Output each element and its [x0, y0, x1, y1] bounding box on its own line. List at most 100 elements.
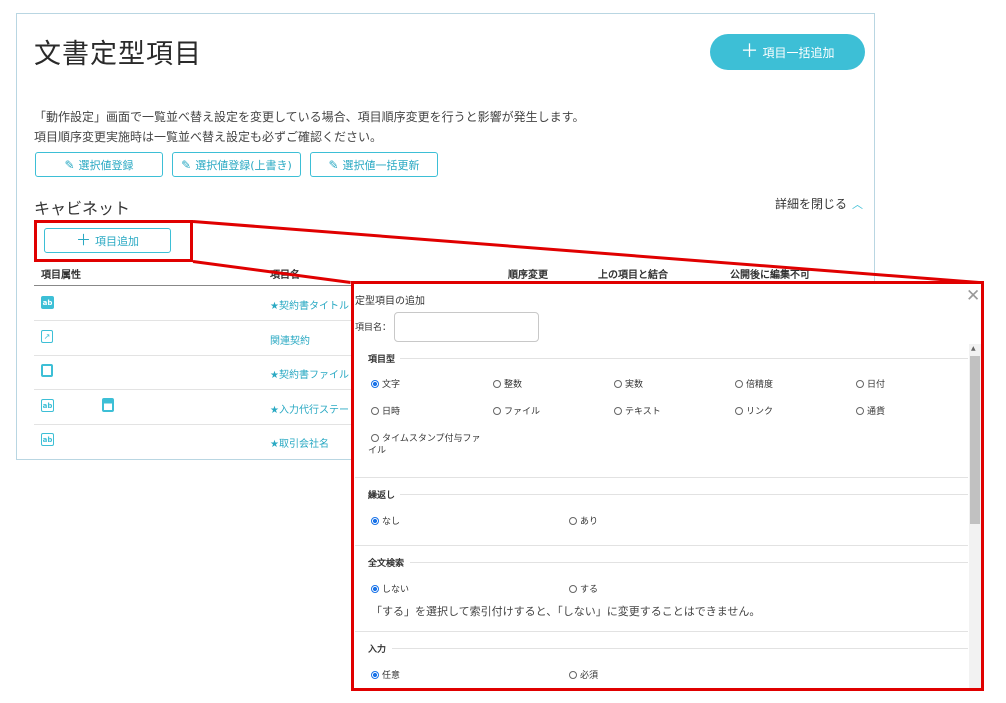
repeat-heading: 繰返し [368, 491, 396, 501]
section-divider [355, 631, 968, 632]
type-option-datetime[interactable]: 日時 [371, 404, 400, 417]
type-option-real[interactable]: 実数 [614, 377, 643, 390]
register-values-button[interactable]: ✎ 選択値登録 [35, 152, 163, 177]
radio-label: 必須 [580, 671, 599, 681]
input-option-optional[interactable]: 任意 [371, 668, 400, 681]
radio-label: 日付 [867, 380, 886, 390]
radio-label: 通貨 [867, 407, 886, 417]
radio-icon [614, 379, 622, 388]
type-option-double[interactable]: 倍精度 [735, 377, 773, 390]
section-title: キャビネット [34, 199, 131, 218]
notice-line-1: 「動作設定」画面で一覧並べ替え設定を変更している場合、項目順序変更を行うと影響が… [34, 110, 585, 124]
item-name-input[interactable] [394, 312, 539, 342]
radio-selected-icon [371, 379, 379, 388]
pencil-icon: ✎ [64, 157, 75, 172]
radio-label: 文字 [382, 380, 401, 390]
plus-icon: ＋ [740, 41, 759, 62]
radio-icon [493, 406, 501, 415]
radio-icon [569, 670, 577, 679]
scroll-up-icon[interactable]: ▲ [971, 345, 976, 352]
input-heading: 入力 [368, 645, 387, 655]
link-icon: ↗ [41, 330, 53, 343]
register-overwrite-label: 選択値登録(上書き) [195, 158, 292, 172]
item-name-label: 項目名： [355, 323, 392, 333]
radio-icon [493, 379, 501, 388]
dialog-title: 定型項目の追加 [355, 296, 425, 307]
radio-selected-icon [371, 516, 379, 525]
radio-icon [735, 406, 743, 415]
header-order: 順序変更 [508, 270, 548, 281]
section-divider [355, 545, 968, 546]
row-divider [34, 389, 354, 390]
search-heading: 全文検索 [368, 559, 405, 569]
pencil-icon: ✎ [181, 157, 192, 172]
radio-icon [569, 516, 577, 525]
repeat-option-none[interactable]: なし [371, 514, 400, 527]
collapse-details-link[interactable]: 詳細を閉じる ︿ [775, 195, 863, 212]
radio-label: ファイル [504, 407, 541, 417]
radio-icon [735, 379, 743, 388]
type-option-file[interactable]: ファイル [493, 404, 540, 417]
text-field-icon: ab [41, 433, 54, 446]
text-field-icon: ab [41, 296, 54, 309]
table-row-name[interactable]: ★契約書タイトル [270, 297, 349, 312]
type-option-text[interactable]: 文字 [371, 377, 400, 390]
table-row-name[interactable]: ★取引会社名 [270, 435, 329, 450]
type-option-currency[interactable]: 通貨 [856, 404, 885, 417]
bulk-add-label: 項目一括追加 [762, 45, 835, 60]
radio-label: 実数 [625, 380, 644, 390]
radio-icon [371, 406, 379, 415]
radio-icon [856, 379, 864, 388]
table-row-name[interactable]: ★入力代行ステー [270, 401, 349, 416]
header-merge: 上の項目と結合 [598, 270, 668, 281]
register-values-label: 選択値登録 [78, 158, 134, 172]
header-attribute: 項目属性 [41, 270, 81, 281]
close-icon[interactable]: ✕ [966, 286, 980, 306]
collapse-label: 詳細を閉じる [775, 197, 848, 211]
search-option-off[interactable]: しない [371, 582, 409, 595]
proxy-input-icon [102, 398, 114, 412]
radio-icon [569, 584, 577, 593]
radio-label: あり [580, 517, 599, 527]
type-heading: 項目型 [368, 355, 396, 365]
highlight-box [34, 220, 193, 262]
radio-label: 日時 [382, 407, 401, 417]
section-divider [355, 477, 968, 478]
type-option-integer[interactable]: 整数 [493, 377, 522, 390]
bulk-update-label: 選択値一括更新 [342, 158, 420, 172]
section-rule [410, 562, 968, 563]
repeat-option-yes[interactable]: あり [569, 514, 598, 527]
notice-line-2: 項目順序変更実施時は一覧並べ替え設定も必ずご確認ください。 [34, 130, 383, 144]
section-rule [392, 648, 968, 649]
table-row-name[interactable]: 関連契約 [270, 332, 310, 347]
file-icon [41, 364, 53, 377]
row-divider [34, 355, 354, 356]
type-option-longtext[interactable]: テキスト [614, 404, 661, 417]
radio-label: テキスト [625, 407, 661, 417]
section-rule [400, 358, 968, 359]
radio-label: する [580, 585, 599, 595]
section-rule [400, 494, 968, 495]
add-fixed-item-dialog [351, 281, 984, 691]
input-option-required[interactable]: 必須 [569, 668, 598, 681]
scrollbar-thumb[interactable] [970, 356, 980, 524]
type-option-date[interactable]: 日付 [856, 377, 885, 390]
pencil-icon: ✎ [328, 157, 339, 172]
type-option-link[interactable]: リンク [735, 404, 773, 417]
radio-label: タイムスタンプ付与ファ [382, 434, 481, 444]
page-title: 文書定型項目 [34, 39, 202, 70]
chevron-up-icon: ︿ [852, 197, 864, 211]
type-option-timestamp-file[interactable]: タイムスタンプ付与ファ [371, 431, 481, 444]
radio-label: しない [382, 585, 410, 595]
radio-label-continued: イル [368, 446, 387, 456]
table-row-name[interactable]: ★契約書ファイル [270, 366, 349, 381]
search-option-on[interactable]: する [569, 582, 598, 595]
radio-icon [856, 406, 864, 415]
text-field-icon: ab [41, 399, 54, 412]
radio-label: リンク [746, 407, 774, 417]
bulk-update-button[interactable]: ✎ 選択値一括更新 [310, 152, 438, 177]
bulk-add-button[interactable]: ＋ 項目一括追加 [710, 34, 865, 70]
radio-label: 倍精度 [746, 380, 774, 390]
register-overwrite-button[interactable]: ✎ 選択値登録(上書き) [172, 152, 301, 177]
radio-label: なし [382, 517, 401, 527]
